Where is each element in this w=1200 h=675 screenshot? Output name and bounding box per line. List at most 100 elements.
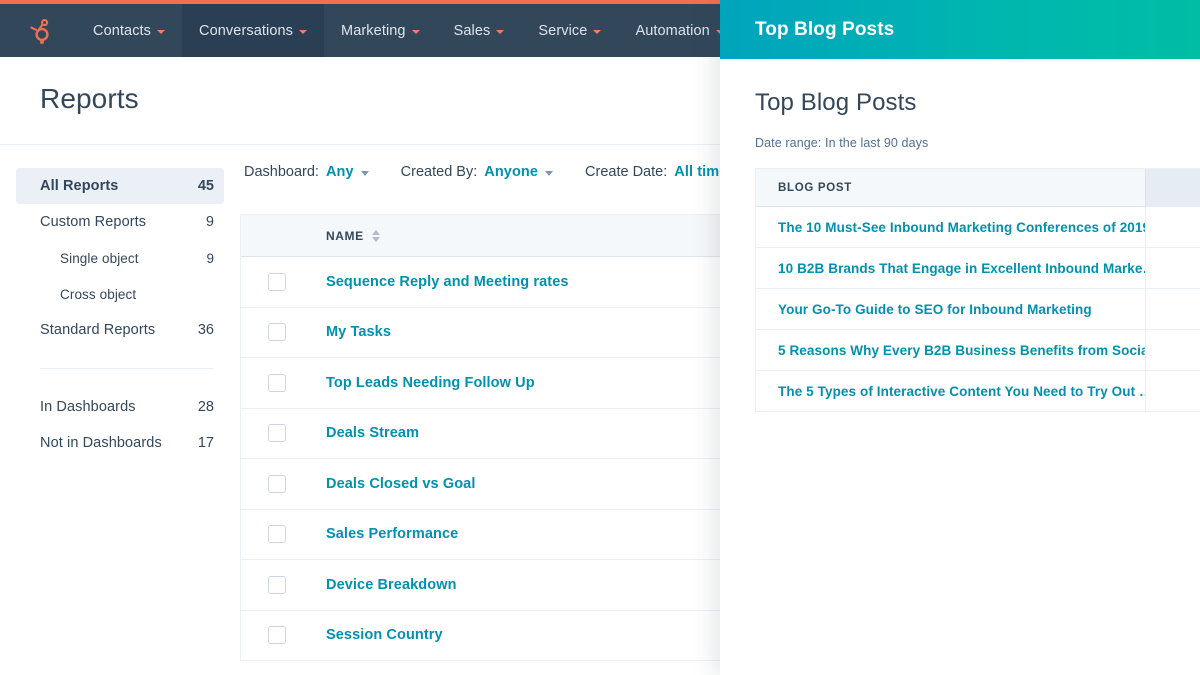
row-checkbox-cell [241,575,326,594]
blog-post-row[interactable]: The 5 Types of Interactive Content You N… [756,370,1200,412]
sidebar-item-label: Not in Dashboards [40,435,162,451]
sidebar-item-not-in-dashboards[interactable]: Not in Dashboards 17 [16,425,224,461]
sidebar-item-count: 28 [197,399,214,415]
report-name-link[interactable]: Sequence Reply and Meeting rates [326,274,569,290]
filter-createdate[interactable]: Create Date: All time [585,164,743,180]
row-checkbox[interactable] [268,474,286,493]
panel-header: Top Blog Posts [720,0,1200,59]
sidebar-item-label: Custom Reports [40,214,147,230]
chevron-down-icon [157,29,166,34]
date-range-label: Date range: [755,136,822,150]
sort-arrows-icon[interactable] [371,229,380,242]
row-checkbox[interactable] [268,323,286,342]
report-name-link[interactable]: Device Breakdown [326,577,457,593]
sidebar-item-count: 36 [197,322,214,338]
blog-post-column-header: BLOG POST [778,181,853,194]
row-checkbox[interactable] [268,272,286,291]
chevron-down-icon[interactable] [545,170,554,176]
nav-item-label: Sales [453,22,491,39]
name-column-header[interactable]: NAME [326,229,380,243]
filter-value[interactable]: Any [326,164,354,180]
row-checkbox-cell [241,626,326,645]
panel-header-title: Top Blog Posts [755,18,895,40]
blog-post-row[interactable]: 5 Reasons Why Every B2B Business Benefit… [756,329,1200,371]
blog-post-metric-cell [1145,247,1200,289]
hubspot-logo-button[interactable] [0,4,76,57]
nav-item-marketing[interactable]: Marketing [324,4,437,57]
sidebar-item-label: Standard Reports [40,322,156,338]
blog-post-link[interactable]: 10 B2B Brands That Engage in Excellent I… [756,261,1145,276]
row-checkbox[interactable] [268,626,286,645]
report-name-link[interactable]: Top Leads Needing Follow Up [326,375,535,391]
report-name-link[interactable]: Sales Performance [326,526,458,542]
nav-item-conversations[interactable]: Conversations [182,4,325,57]
sidebar-item-label: Cross object [60,286,137,302]
nav-item-contacts[interactable]: Contacts [76,4,182,57]
sidebar-item-all-reports[interactable]: All Reports 45 [16,168,224,204]
row-checkbox[interactable] [268,373,286,392]
app-root: Contacts Conversations Marketing Sales Servi… [0,0,1200,675]
blog-post-row[interactable]: The 10 Must-See Inbound Marketing Confer… [756,206,1200,248]
blog-post-row[interactable]: Your Go-To Guide to SEO for Inbound Mark… [756,288,1200,330]
sidebar-divider [40,368,214,369]
blog-post-metric-cell [1145,370,1200,412]
sidebar-item-count: 17 [197,435,214,451]
nav-item-label: Marketing [341,22,406,39]
blog-posts-table-header: BLOG POST [756,168,1200,207]
blog-post-link[interactable]: 5 Reasons Why Every B2B Business Benefit… [756,343,1145,358]
nav-item-label: Contacts [93,22,152,39]
chevron-down-icon [299,29,308,34]
filter-label: Dashboard: [244,164,319,180]
filter-createdby[interactable]: Created By: Anyone [400,164,554,180]
panel-date-range: Date range: In the last 90 days [755,136,1200,150]
sidebar-item-cross-object[interactable]: Cross object [16,276,224,312]
blog-post-link[interactable]: Your Go-To Guide to SEO for Inbound Mark… [756,302,1145,317]
chevron-down-icon [593,29,602,34]
blog-post-metric-cell [1145,206,1200,248]
sidebar-group-primary: All Reports 45 Custom Reports 9 Single objec… [0,168,240,348]
report-name-link[interactable]: Deals Closed vs Goal [326,476,475,492]
filter-value[interactable]: Anyone [484,164,538,180]
row-checkbox[interactable] [268,575,286,594]
report-name-link[interactable]: My Tasks [326,324,391,340]
report-name-link[interactable]: Session Country [326,627,443,643]
sidebar-item-count: 45 [197,178,214,194]
nav-item-label: Conversations [199,22,294,39]
top-blog-posts-panel: Top Blog Posts Top Blog Posts Date range… [720,0,1200,675]
sidebar-item-standard-reports[interactable]: Standard Reports 36 [16,312,224,348]
blog-post-link[interactable]: The 10 Must-See Inbound Marketing Confer… [756,220,1145,235]
blog-posts-table: BLOG POST The 10 Must-See Inbound Market… [755,168,1200,412]
row-checkbox-cell [241,424,326,443]
report-name-link[interactable]: Deals Stream [326,425,419,441]
sidebar-item-label: All Reports [40,178,119,194]
sidebar-item-single-object[interactable]: Single object 9 [16,240,224,276]
row-checkbox-cell [241,323,326,342]
row-checkbox-cell [241,525,326,544]
metric-column-header [1145,168,1200,207]
sidebar-item-label: In Dashboards [40,399,136,415]
sidebar-item-label: Single object [60,250,139,266]
sidebar-item-in-dashboards[interactable]: In Dashboards 28 [16,389,224,425]
row-checkbox[interactable] [268,525,286,544]
nav-item-sales[interactable]: Sales [437,4,522,57]
nav-item-service[interactable]: Service [521,4,618,57]
hubspot-sprocket-logo-icon [30,18,49,44]
blog-post-row[interactable]: 10 B2B Brands That Engage in Excellent I… [756,247,1200,289]
blog-post-link[interactable]: The 5 Types of Interactive Content You N… [756,384,1145,399]
panel-report-title: Top Blog Posts [755,89,917,116]
row-checkbox[interactable] [268,424,286,443]
row-checkbox-cell [241,373,326,392]
date-range-value[interactable]: In the last 90 days [825,136,928,150]
filter-label: Create Date: [585,164,668,180]
sidebar-item-custom-reports[interactable]: Custom Reports 9 [16,204,224,240]
filter-dashboard[interactable]: Dashboard: Any [244,164,369,180]
sidebar-item-count: 9 [206,250,214,266]
reports-sidebar: All Reports 45 Custom Reports 9 Single objec… [0,146,240,675]
row-checkbox-cell [241,474,326,493]
nav-item-label: Service [538,22,588,39]
filter-label: Created By: [400,164,478,180]
name-column-label: NAME [326,228,364,243]
chevron-down-icon[interactable] [360,170,369,176]
sidebar-item-count: 9 [205,214,214,230]
panel-body: Top Blog Posts Date range: In the last 9… [720,59,1200,412]
